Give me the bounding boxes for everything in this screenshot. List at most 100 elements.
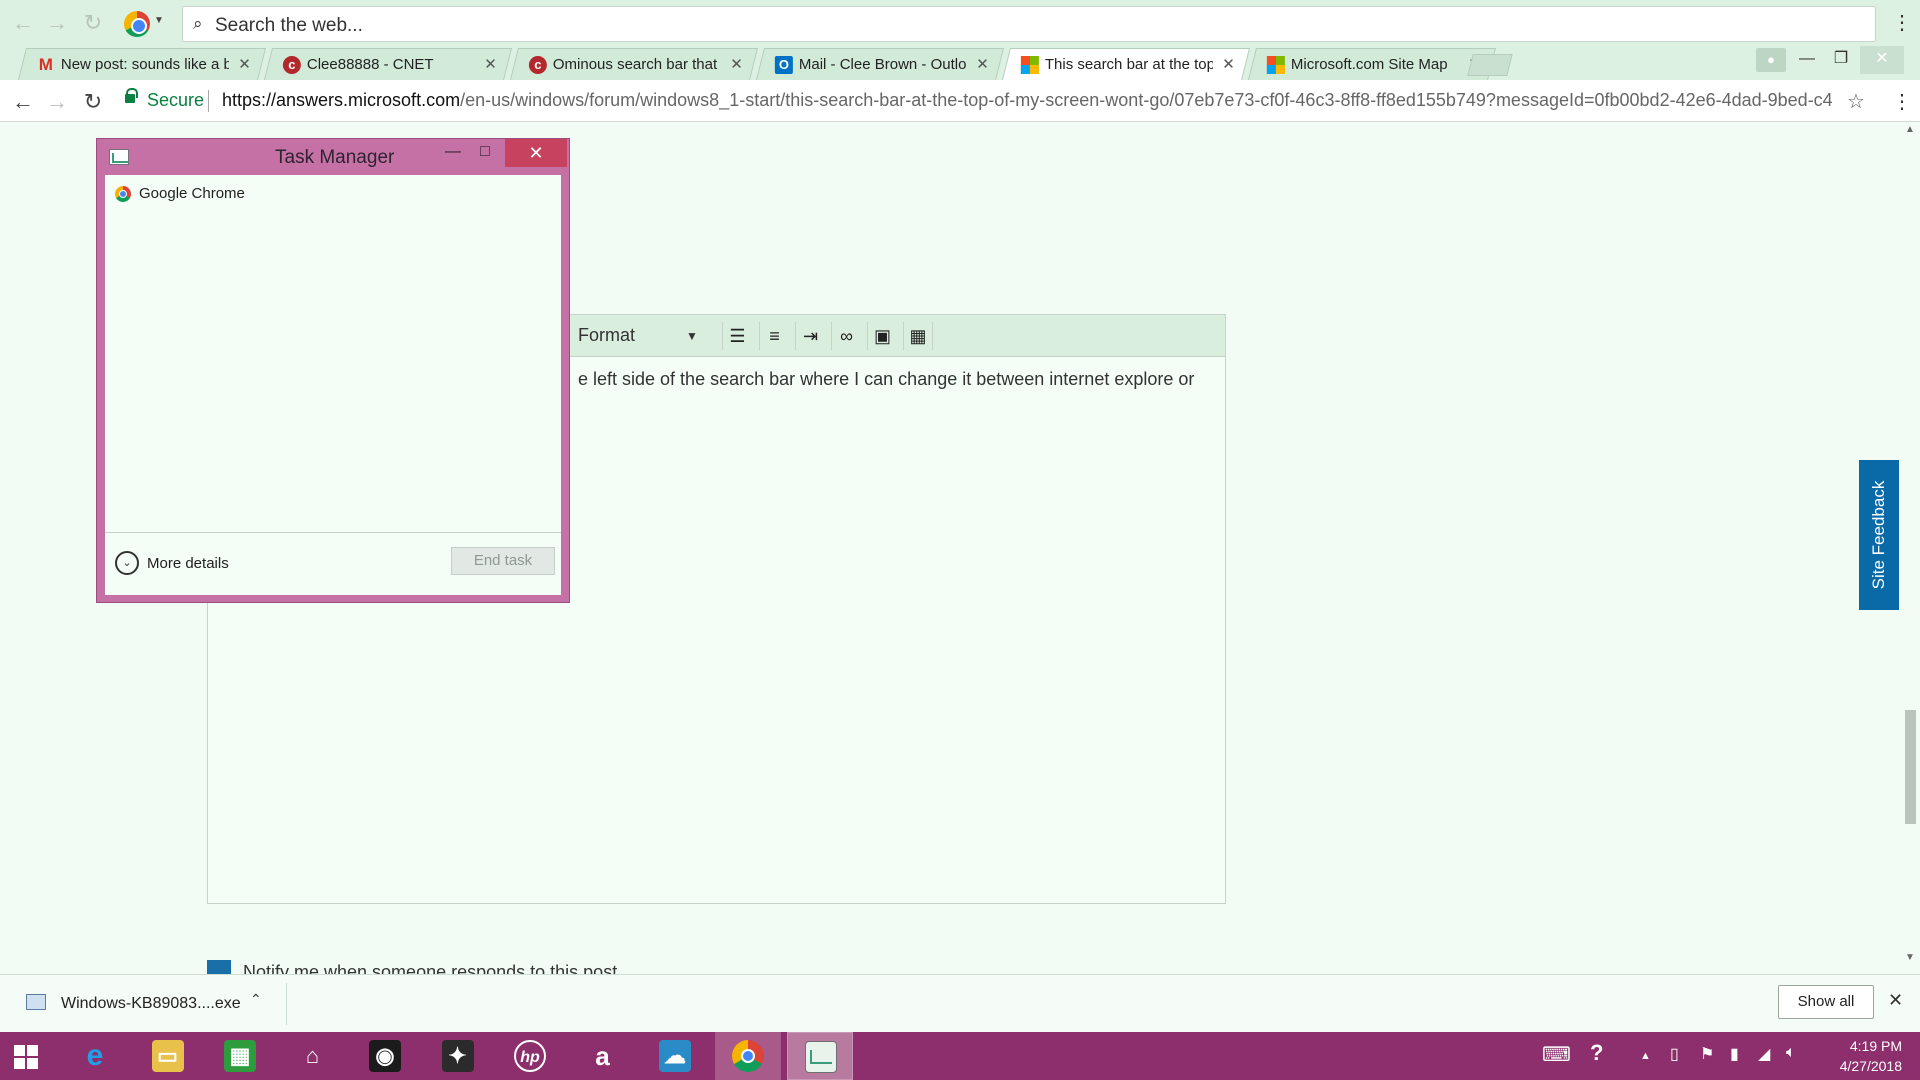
taskbar-app[interactable]: ☁ (642, 1032, 708, 1080)
scrollbar-thumb[interactable] (1905, 710, 1916, 824)
app-name: Google Chrome (139, 185, 245, 202)
search-icon: ⌕ (193, 14, 203, 33)
clock-date[interactable]: 4/27/2018 (1826, 1058, 1902, 1074)
chevron-down-icon[interactable]: ▼ (686, 329, 698, 343)
bullet-list-icon[interactable]: ☰ (722, 322, 752, 350)
browser-tab[interactable]: c Ominous search bar that ✕ (510, 48, 758, 80)
taskbar-app[interactable]: a (570, 1032, 636, 1080)
taskbar-app[interactable]: ▦ (207, 1032, 273, 1080)
taskbar-app[interactable] (787, 1032, 853, 1080)
notify-label: Notify me when someone responds to this … (243, 962, 618, 974)
keyboard-icon[interactable]: ⌨ (1542, 1042, 1571, 1067)
browser-tab[interactable]: This search bar at the top ✕ (1002, 48, 1250, 80)
new-tab-button[interactable] (1467, 54, 1513, 76)
url-input[interactable]: https://answers.microsoft.com/en-us/wind… (222, 90, 1832, 111)
tab-close-icon[interactable]: ✕ (1222, 55, 1235, 73)
show-hidden-icons[interactable]: ▲ (1640, 1050, 1651, 1062)
url-path: /en-us/windows/forum/windows8_1-start/th… (460, 90, 1832, 110)
browser-tab[interactable]: c Clee88888 - CNET ✕ (264, 48, 512, 80)
web-search-input[interactable]: ⌕ Search the web... (182, 6, 1876, 42)
editor-body-text: e left side of the search bar where I ca… (578, 369, 1195, 389)
numbered-list-icon[interactable]: ≡ (759, 322, 789, 350)
action-center-flag-icon[interactable]: ⚑ (1700, 1044, 1714, 1064)
start-button[interactable] (0, 1032, 56, 1080)
tab-close-icon[interactable]: ✕ (238, 55, 251, 73)
end-task-button[interactable]: End task (451, 547, 555, 575)
close-button[interactable]: ✕ (505, 139, 567, 167)
bookmark-star-icon[interactable]: ☆ (1847, 89, 1865, 114)
close-icon[interactable]: ✕ (1888, 990, 1903, 1011)
tab-close-icon[interactable]: ✕ (484, 55, 497, 73)
taskbar-app[interactable]: ⌂ (280, 1032, 346, 1080)
reload-icon[interactable]: ↻ (80, 89, 106, 115)
taskbar-app[interactable]: e (62, 1032, 128, 1080)
browser-tab[interactable]: M New post: sounds like a b ✕ (18, 48, 266, 80)
notify-checkbox[interactable] (207, 960, 231, 974)
back-arrow-icon[interactable]: ← (10, 10, 36, 36)
chrome-icon (115, 186, 131, 202)
chrome-extension-icon[interactable] (124, 11, 150, 37)
list-item[interactable]: Google Chrome (105, 181, 561, 207)
maximize-button[interactable]: □ (473, 143, 497, 161)
tab-label: Microsoft.com Site Map (1290, 56, 1448, 73)
window-minimize-button[interactable]: — (1790, 46, 1824, 74)
image-icon[interactable]: ▣ (867, 322, 897, 350)
file-explorer-icon: ▭ (151, 1040, 184, 1072)
microsoft-icon (1266, 56, 1285, 74)
back-arrow-icon[interactable]: ← (10, 89, 36, 115)
address-divider (208, 90, 209, 112)
page-scrollbar[interactable]: ▲ ▼ (1900, 122, 1920, 974)
window-restore-button[interactable]: ❐ (1824, 46, 1858, 74)
window-close-button[interactable]: ✕ (1860, 46, 1904, 74)
tab-close-icon[interactable]: ✕ (976, 55, 989, 73)
browser-tab[interactable]: Microsoft.com Site Map✕ (1248, 48, 1496, 80)
site-feedback-button[interactable]: Site Feedback (1859, 460, 1899, 610)
help-icon[interactable]: ? (1590, 1040, 1603, 1066)
battery-icon[interactable]: ▮ (1730, 1044, 1739, 1064)
tab-label: New post: sounds like a b (60, 56, 229, 73)
task-manager-titlebar[interactable]: Task Manager — □ ✕ (97, 139, 569, 175)
tablet-icon[interactable]: ▯ (1670, 1044, 1679, 1064)
forward-arrow-icon[interactable]: → (44, 89, 70, 115)
chevron-up-icon[interactable]: ⌃ (250, 991, 262, 1008)
taskbar-app[interactable]: ◉ (352, 1032, 418, 1080)
toolbar-menu-icon[interactable]: ⋮ (1892, 10, 1912, 35)
minimize-button[interactable]: — (441, 143, 465, 161)
taskbar-app[interactable]: hp (497, 1032, 563, 1080)
taskbar-app[interactable]: ▭ (135, 1032, 201, 1080)
table-icon[interactable]: ▦ (903, 322, 933, 350)
chevron-down-icon[interactable]: ▼ (154, 15, 164, 26)
network-signal-icon[interactable]: ◢ (1758, 1044, 1770, 1064)
show-all-button[interactable]: Show all (1778, 985, 1874, 1019)
windows-taskbar: e ▭ ▦ ⌂ ◉ ✦ hp a ☁ ⌨ ? ▲ ▯ ⚑ ▮ ◢ 🔈︎ 4:19 PM 4/27… (0, 1032, 1920, 1080)
taskbar-app[interactable] (714, 1032, 781, 1080)
profile-icon[interactable]: ● (1756, 48, 1786, 72)
web-search-placeholder: Search the web... (215, 15, 363, 36)
clock-time[interactable]: 4:19 PM (1832, 1038, 1902, 1054)
browser-tab[interactable]: O Mail - Clee Brown - Outlo ✕ (756, 48, 1004, 80)
format-dropdown[interactable]: Format (578, 325, 635, 346)
store-icon: ▦ (224, 1040, 256, 1072)
forward-arrow-icon[interactable]: → (44, 10, 70, 36)
taskbar-app[interactable]: ✦ (425, 1032, 491, 1080)
tab-label: Clee88888 - CNET (306, 56, 434, 73)
app-list: Google Chrome (105, 175, 561, 533)
chrome-menu-icon[interactable]: ⋮ (1892, 89, 1912, 114)
window-title: Task Manager (275, 147, 395, 168)
scroll-down-icon[interactable]: ▼ (1905, 952, 1915, 963)
task-manager-window: Task Manager — □ ✕ Google Chrome ⌄ More … (96, 138, 570, 603)
download-file-name[interactable]: Windows-KB89083....exe (61, 995, 241, 1013)
task-manager-icon (109, 149, 129, 165)
reload-icon[interactable]: ↻ (80, 10, 106, 36)
tab-label: This search bar at the top (1044, 56, 1213, 73)
installer-file-icon (26, 994, 46, 1010)
camera-app-icon: ◉ (369, 1040, 401, 1072)
onedrive-icon: ☁ (659, 1040, 691, 1072)
scroll-up-icon[interactable]: ▲ (1905, 124, 1915, 135)
link-icon[interactable]: ∞ (831, 322, 861, 350)
indent-icon[interactable]: ⇥ (795, 322, 825, 350)
tab-close-icon[interactable]: ✕ (730, 55, 743, 73)
chrome-icon (731, 1040, 764, 1072)
volume-icon[interactable]: 🔈︎ (1786, 1044, 1796, 1062)
windows-logo-icon (14, 1045, 38, 1069)
